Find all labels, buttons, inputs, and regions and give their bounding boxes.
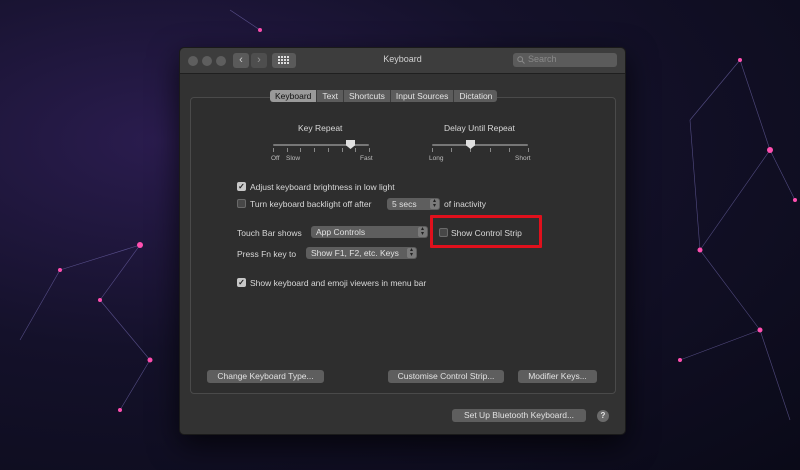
delay-until-repeat-label: Delay Until Repeat [444, 123, 515, 133]
fn-key-select[interactable]: Show F1, F2, etc. Keys ▴ ▾ [306, 247, 417, 259]
key-repeat-slow-label: Slow [286, 155, 301, 162]
key-repeat-tick [355, 148, 356, 152]
tab-shortcuts[interactable]: Shortcuts [343, 90, 391, 102]
tab-dictation[interactable]: Dictation [454, 90, 498, 102]
viewers-menu-bar-checkbox[interactable]: ✓ [237, 278, 246, 287]
search-placeholder: Search [528, 54, 557, 64]
delay-short-label: Short [515, 155, 531, 162]
touch-bar-select[interactable]: App Controls ▴ ▾ [311, 226, 428, 238]
key-repeat-tick [314, 148, 315, 152]
key-repeat-off-label: Off [271, 155, 280, 162]
tab-input-sources[interactable]: Input Sources [390, 90, 455, 102]
modifier-keys-button[interactable]: Modifier Keys... [518, 370, 597, 383]
delay-until-repeat-tick [490, 148, 491, 152]
key-repeat-tick [273, 148, 274, 152]
key-repeat-tick [300, 148, 301, 152]
tab-keyboard[interactable]: Keyboard [270, 90, 318, 102]
highlight-box [430, 215, 542, 248]
key-repeat-tick [328, 148, 329, 152]
stepper-arrows-icon: ▴ ▾ [407, 247, 416, 258]
delay-long-label: Long [429, 155, 444, 162]
change-keyboard-type-button[interactable]: Change Keyboard Type... [207, 370, 324, 383]
stepper-arrows-icon: ▴ ▾ [418, 226, 427, 237]
delay-until-repeat-tick [509, 148, 510, 152]
fn-key-label: Press Fn key to [237, 249, 297, 259]
delay-until-repeat-tick [451, 148, 452, 152]
touch-bar-label: Touch Bar shows [237, 228, 302, 238]
backlight-duration-select[interactable]: 5 secs ▴ ▾ [387, 198, 440, 210]
tab-bar: Keyboard Text Shortcuts Input Sources Di… [270, 90, 498, 103]
customise-control-strip-button[interactable]: Customise Control Strip... [388, 370, 504, 383]
bluetooth-keyboard-button[interactable]: Set Up Bluetooth Keyboard... [452, 409, 586, 422]
backlight-off-label: Turn keyboard backlight off after [250, 199, 372, 209]
delay-until-repeat-tick [432, 148, 433, 152]
delay-until-repeat-tick [528, 148, 529, 152]
tab-text[interactable]: Text [317, 90, 344, 102]
touch-bar-value: App Controls [316, 227, 366, 237]
viewers-menu-bar-label: Show keyboard and emoji viewers in menu … [250, 278, 427, 288]
key-repeat-fast-label: Fast [360, 155, 373, 162]
key-repeat-label: Key Repeat [298, 123, 343, 133]
backlight-off-checkbox[interactable] [237, 199, 246, 208]
search-icon [517, 56, 525, 64]
inactivity-label: of inactivity [444, 199, 487, 209]
key-repeat-tick [342, 148, 343, 152]
help-button[interactable]: ? [597, 410, 609, 422]
search-field[interactable]: Search [513, 53, 617, 67]
keyboard-preferences-window: ‹ › Keyboard Search Keyboard Text Shortc… [179, 47, 626, 435]
settings-panel [190, 97, 616, 394]
fn-key-value: Show F1, F2, etc. Keys [311, 248, 399, 258]
backlight-duration-value: 5 secs [392, 199, 417, 209]
delay-until-repeat-track[interactable] [432, 144, 528, 146]
stepper-arrows-icon: ▴ ▾ [430, 198, 439, 209]
title-bar: ‹ › Keyboard Search [180, 48, 625, 74]
key-repeat-tick [287, 148, 288, 152]
key-repeat-tick [369, 148, 370, 152]
adjust-brightness-label: Adjust keyboard brightness in low light [250, 182, 395, 192]
adjust-brightness-checkbox[interactable]: ✓ [237, 182, 246, 191]
